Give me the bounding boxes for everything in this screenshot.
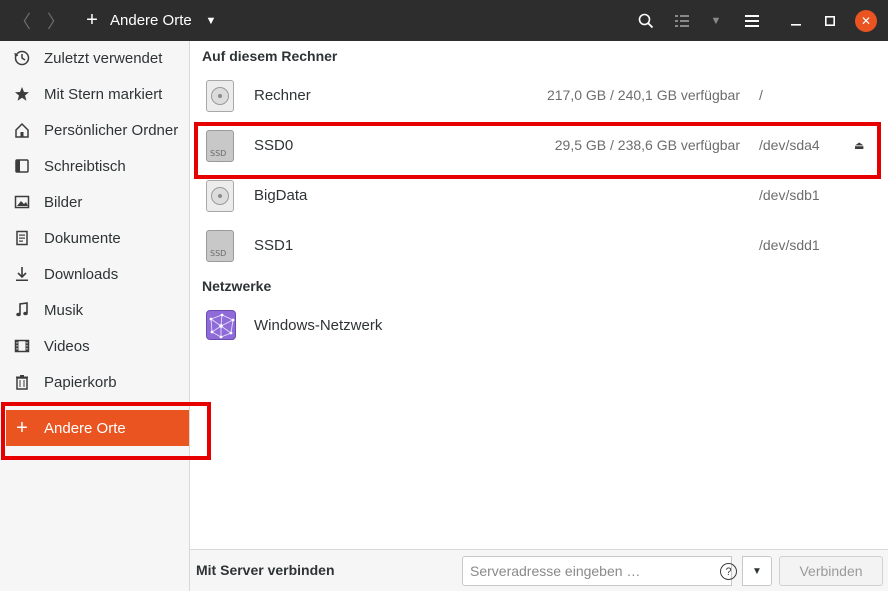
device-path: /dev/sdd1 — [759, 237, 820, 253]
sidebar-item-label: Videos — [44, 337, 90, 355]
desktop-icon — [12, 156, 32, 176]
network-name: Windows-Netzwerk — [254, 317, 383, 334]
download-icon — [12, 264, 32, 284]
device-path: / — [759, 87, 763, 103]
chevron-right-icon[interactable]: 〉 — [42, 0, 70, 41]
server-address-input[interactable] — [462, 556, 732, 586]
chevron-down-icon[interactable]: ▼ — [203, 0, 219, 41]
sidebar-item-label: Zuletzt verwendet — [44, 49, 163, 67]
sidebar-item-videos[interactable]: Videos — [6, 329, 189, 363]
sidebar-item-label: Schreibtisch — [44, 157, 126, 175]
sidebar-item-label: Musik — [44, 301, 84, 319]
help-icon[interactable]: ? — [720, 563, 737, 580]
music-icon — [12, 300, 32, 320]
sidebar-item-label: Bilder — [44, 193, 83, 211]
plus-icon[interactable]: + — [82, 0, 102, 41]
section-title-networks: Netzwerke — [202, 278, 272, 294]
eject-icon[interactable]: ⏏ — [854, 139, 864, 152]
sidebar-item-documents[interactable]: Dokumente — [6, 221, 189, 255]
sidebar-item-label: Andere Orte — [44, 419, 126, 437]
home-icon — [12, 120, 32, 140]
server-history-dropdown[interactable]: ▼ — [742, 556, 772, 586]
sidebar-item-home[interactable]: Persönlicher Ordner — [6, 113, 189, 147]
device-name: BigData — [254, 187, 308, 204]
star-icon — [12, 84, 32, 104]
clock-icon — [12, 48, 32, 68]
sidebar-item-label: Dokumente — [44, 229, 121, 247]
ssd-badge: SSD — [210, 249, 227, 258]
sidebar-item-label: Mit Stern markiert — [44, 85, 163, 103]
sidebar-item-trash[interactable]: Papierkorb — [6, 365, 189, 399]
hdd-icon — [206, 80, 234, 112]
video-icon — [12, 336, 32, 356]
network-row-windows[interactable]: Windows-Netzwerk — [190, 301, 888, 351]
device-row-rechner[interactable]: Rechner 217,0 GB / 240,1 GB verfügbar / — [190, 71, 888, 121]
sidebar-item-other-locations[interactable]: + Andere Orte — [6, 410, 189, 446]
device-space: 29,5 GB / 238,6 GB verfügbar — [554, 137, 740, 153]
document-icon — [12, 228, 32, 248]
connect-to-server-bar: Mit Server verbinden ? ▼ Verbinden — [190, 549, 888, 591]
device-name: Rechner — [254, 87, 311, 104]
connect-button[interactable]: Verbinden — [779, 556, 883, 586]
chevron-down-icon: ▼ — [752, 565, 762, 577]
sidebar-item-label: Persönlicher Ordner — [44, 121, 179, 139]
search-icon[interactable] — [634, 0, 658, 41]
sidebar-item-desktop[interactable]: Schreibtisch — [6, 149, 189, 183]
ssd-badge: SSD — [210, 149, 227, 158]
chevron-left-icon[interactable]: 〈 — [8, 0, 36, 41]
close-icon[interactable]: ✕ — [855, 10, 877, 32]
device-space: 217,0 GB / 240,1 GB verfügbar — [546, 87, 740, 103]
trash-icon — [12, 372, 32, 392]
hdd-icon — [206, 180, 234, 212]
device-path: /dev/sdb1 — [759, 187, 820, 203]
view-options-chevron-icon[interactable]: ▼ — [706, 0, 726, 41]
device-row-ssd1[interactable]: SSD SSD1 /dev/sdd1 — [190, 221, 888, 271]
sidebar-item-starred[interactable]: Mit Stern markiert — [6, 77, 189, 111]
ssd-icon: SSD — [206, 230, 234, 262]
maximize-icon[interactable] — [820, 0, 840, 41]
list-view-icon[interactable] — [672, 0, 692, 41]
sidebar: Zuletzt verwendet Mit Stern markiert Per… — [0, 41, 190, 591]
image-icon — [12, 192, 32, 212]
header-bar: 〈 〉 + Andere Orte ▼ ▼ ✕ — [0, 0, 888, 41]
device-name: SSD1 — [254, 237, 294, 254]
hamburger-menu-icon[interactable] — [740, 0, 764, 41]
ssd-icon: SSD — [206, 130, 234, 162]
sidebar-item-recent[interactable]: Zuletzt verwendet — [6, 41, 189, 75]
sidebar-item-pictures[interactable]: Bilder — [6, 185, 189, 219]
main-content: Auf diesem Rechner Rechner 217,0 GB / 24… — [190, 41, 888, 549]
sidebar-item-label: Downloads — [44, 265, 119, 283]
device-row-bigdata[interactable]: BigData /dev/sdb1 — [190, 171, 888, 221]
device-row-ssd0[interactable]: SSD SSD0 29,5 GB / 238,6 GB verfügbar /d… — [190, 121, 888, 171]
plus-icon: + — [16, 416, 28, 439]
device-name: SSD0 — [254, 137, 294, 154]
sidebar-item-label: Papierkorb — [44, 373, 117, 391]
connect-to-server-label: Mit Server verbinden — [196, 562, 335, 578]
device-path: /dev/sda4 — [759, 137, 820, 153]
sidebar-item-music[interactable]: Musik — [6, 293, 189, 327]
path-bar-label[interactable]: Andere Orte — [110, 0, 192, 41]
minimize-icon[interactable] — [786, 0, 806, 41]
sidebar-item-downloads[interactable]: Downloads — [6, 257, 189, 291]
network-icon — [206, 310, 236, 340]
section-title-computer: Auf diesem Rechner — [202, 48, 338, 64]
